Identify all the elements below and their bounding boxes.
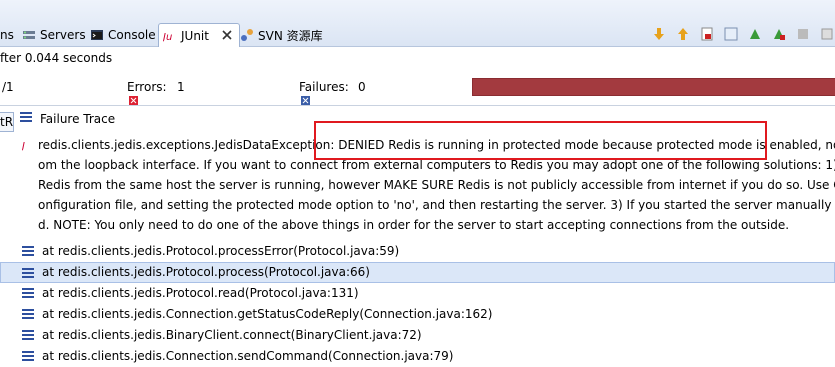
stack-trace-list: at redis.clients.jedis.Protocol.processE… [0, 241, 835, 367]
left-panel-tab[interactable]: tR [0, 112, 14, 132]
svn-icon [240, 28, 254, 42]
stack-frame[interactable]: at redis.clients.jedis.BinaryClient.conn… [0, 325, 835, 346]
failures-label: Failures: [299, 80, 349, 94]
run-status: fter 0.044 seconds [0, 51, 113, 65]
junit-toolbar [651, 26, 835, 42]
tab-partial-label: ns [0, 28, 14, 42]
line-icon [22, 268, 34, 278]
svg-text:Ju: Ju [163, 32, 172, 43]
runs-count: /1 [2, 80, 14, 94]
stack-frame-selected[interactable]: at redis.clients.jedis.Protocol.process(… [0, 262, 835, 283]
failure-icon [286, 81, 311, 105]
view-tab-bar: ns Servers Console Ju JUnit SVN 资源库 [0, 0, 835, 47]
tab-partial[interactable]: ns [0, 24, 14, 46]
divider [0, 105, 835, 106]
stack-frame[interactable]: at redis.clients.jedis.Protocol.processE… [0, 241, 835, 262]
failure-trace-label: Failure Trace [40, 112, 116, 126]
progress-bar [472, 78, 835, 96]
exception-icon: J [20, 138, 36, 152]
line-icon [22, 309, 34, 319]
tab-svn[interactable]: SVN 资源库 [240, 24, 323, 46]
previous-failure-icon[interactable] [675, 26, 691, 42]
filter-trace-icon[interactable] [20, 112, 34, 126]
exception-line: d. NOTE: You only need to do one of the … [38, 218, 790, 232]
tab-servers-label: Servers [40, 28, 86, 42]
failures-only-icon[interactable] [699, 26, 715, 42]
stack-frame[interactable]: at redis.clients.jedis.Connection.getSta… [0, 304, 835, 325]
exception-line: Redis from the same host the server is r… [38, 178, 835, 192]
tab-junit[interactable]: Ju JUnit [158, 23, 240, 47]
next-failure-icon[interactable] [651, 26, 667, 42]
stack-frame[interactable]: at redis.clients.jedis.Connection.sendCo… [0, 346, 835, 367]
error-icon [114, 81, 139, 105]
tab-console[interactable]: Console [90, 24, 156, 46]
stop-icon[interactable] [795, 26, 811, 42]
close-icon[interactable] [221, 29, 235, 43]
console-icon [90, 28, 104, 42]
errors-label: Errors: [127, 80, 167, 94]
line-icon [22, 246, 34, 256]
tab-svn-label: SVN 资源库 [258, 28, 323, 43]
svg-text:J: J [22, 141, 25, 152]
rerun-icon[interactable] [747, 26, 763, 42]
tab-console-label: Console [108, 28, 156, 42]
menu-icon[interactable] [819, 26, 835, 42]
stack-frame[interactable]: at redis.clients.jedis.Protocol.read(Pro… [0, 283, 835, 304]
tab-junit-label: JUnit [181, 28, 209, 43]
tab-servers[interactable]: Servers [22, 24, 86, 46]
line-icon [22, 351, 34, 361]
failures-value: 0 [358, 80, 366, 94]
rerun-failed-icon[interactable] [771, 26, 787, 42]
filter-icon[interactable] [723, 26, 739, 42]
servers-icon [22, 28, 36, 42]
line-icon [22, 288, 34, 298]
exception-line: onfiguration file, and setting the prote… [38, 198, 835, 212]
highlight-annotation [314, 121, 767, 160]
junit-icon: Ju [161, 29, 177, 43]
line-icon [22, 330, 34, 340]
failure-trace-header: Failure Trace [20, 112, 115, 126]
errors-value: 1 [177, 80, 185, 94]
